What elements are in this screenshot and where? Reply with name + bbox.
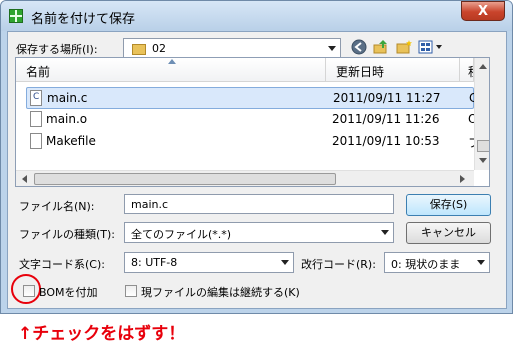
filename-input[interactable]: main.c bbox=[124, 194, 394, 214]
close-button[interactable]: X bbox=[461, 1, 505, 21]
horizontal-scroll-thumb[interactable] bbox=[34, 173, 336, 185]
scroll-left-icon[interactable] bbox=[22, 175, 27, 183]
view-menu-icon[interactable] bbox=[418, 39, 444, 55]
save-button[interactable]: 保存(S) bbox=[406, 194, 491, 216]
title-bar: 名前を付けて保存 X bbox=[1, 1, 512, 31]
column-header-date[interactable]: 更新日時 bbox=[326, 58, 460, 82]
chevron-down-icon bbox=[328, 46, 336, 51]
file-date: 2011/09/11 11:26 bbox=[332, 112, 440, 126]
file-row-main-o[interactable]: main.o 2011/09/11 11:26 O bbox=[16, 109, 477, 131]
file-icon bbox=[30, 133, 42, 149]
save-dialog: 名前を付けて保存 X 保存する場所(I): 02 名前 更新日時 C main.… bbox=[0, 0, 513, 314]
file-date: 2011/09/11 10:53 bbox=[332, 134, 440, 148]
scroll-down-icon[interactable] bbox=[479, 158, 487, 163]
new-folder-icon[interactable] bbox=[396, 39, 412, 55]
newline-label: 改行コード(R): bbox=[301, 258, 376, 271]
newline-value: 0: 現状のまま bbox=[391, 258, 461, 271]
file-name: main.c bbox=[47, 91, 88, 105]
file-name: Makefile bbox=[46, 134, 96, 148]
vertical-scroll-thumb[interactable] bbox=[477, 140, 489, 152]
sort-ascending-icon bbox=[168, 59, 176, 64]
chevron-down-icon bbox=[477, 260, 485, 265]
location-label: 保存する場所(I): bbox=[16, 43, 98, 56]
cancel-button[interactable]: キャンセル bbox=[406, 222, 491, 244]
filetype-label: ファイルの種類(T): bbox=[19, 228, 116, 241]
column-date-label: 更新日時 bbox=[336, 65, 385, 79]
file-date: 2011/09/11 11:27 bbox=[333, 91, 441, 105]
horizontal-scrollbar[interactable] bbox=[16, 170, 474, 186]
file-icon bbox=[30, 111, 42, 127]
app-icon bbox=[9, 9, 23, 23]
encoding-value: 8: UTF-8 bbox=[131, 256, 178, 269]
newline-select[interactable]: 0: 現状のまま bbox=[384, 252, 490, 273]
location-combo[interactable]: 02 bbox=[123, 38, 341, 59]
scroll-right-icon[interactable] bbox=[460, 175, 465, 183]
location-value: 02 bbox=[152, 42, 166, 55]
file-name: main.o bbox=[46, 112, 88, 126]
scroll-up-icon[interactable] bbox=[479, 64, 487, 69]
continue-edit-checkbox[interactable] bbox=[125, 285, 137, 297]
encoding-select[interactable]: 8: UTF-8 bbox=[124, 252, 294, 273]
continue-edit-label: 現ファイルの編集は継続する(K) bbox=[141, 286, 300, 299]
file-row-makefile[interactable]: Makefile 2011/09/11 10:53 フ bbox=[16, 131, 480, 153]
column-header-type[interactable]: 種 bbox=[460, 58, 474, 82]
filename-value: main.c bbox=[131, 198, 169, 211]
annotation-text: ↑チェックをはずす！ bbox=[18, 324, 186, 344]
window-title: 名前を付けて保存 bbox=[31, 12, 136, 27]
bom-label: BOMを付加 bbox=[39, 286, 98, 299]
chevron-down-icon bbox=[281, 260, 289, 265]
back-icon[interactable] bbox=[351, 39, 367, 55]
file-list[interactable]: 名前 更新日時 種 main.c 2011/09/11 11:27 C main… bbox=[15, 57, 490, 187]
c-source-file-icon bbox=[30, 90, 42, 106]
file-row-main-c[interactable]: main.c 2011/09/11 11:27 C bbox=[26, 87, 477, 109]
filetype-select[interactable]: 全てのファイル(*.*) bbox=[124, 222, 394, 243]
up-folder-icon[interactable] bbox=[373, 39, 389, 55]
folder-icon bbox=[132, 44, 146, 55]
column-header-name[interactable]: 名前 bbox=[16, 58, 326, 82]
filename-label: ファイル名(N): bbox=[19, 200, 95, 213]
encoding-label: 文字コード系(C): bbox=[19, 258, 105, 271]
filetype-value: 全てのファイル(*.*) bbox=[131, 228, 232, 241]
highlight-circle bbox=[11, 274, 41, 304]
vertical-scrollbar[interactable] bbox=[474, 58, 489, 170]
column-name-label: 名前 bbox=[26, 65, 51, 79]
chevron-down-icon bbox=[381, 230, 389, 235]
